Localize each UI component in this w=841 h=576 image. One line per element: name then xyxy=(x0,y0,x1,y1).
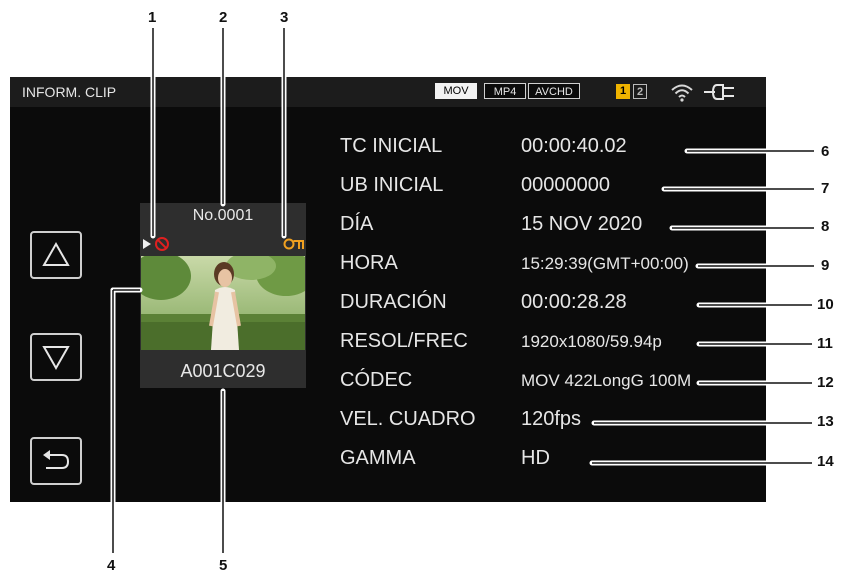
screen-title: INFORM. CLIP xyxy=(22,84,117,100)
callout-12: 12 xyxy=(817,374,834,391)
callout-9: 9 xyxy=(821,257,830,274)
callout-5: 5 xyxy=(219,557,228,574)
info-value-resolution-frequency: 1920x1080/59.94p xyxy=(521,332,662,351)
callout-3: 3 xyxy=(280,9,289,26)
clip-number: No.0001 xyxy=(192,207,254,224)
callout-6: 6 xyxy=(821,143,830,160)
wifi-icon xyxy=(671,84,693,102)
info-value-date: 15 NOV 2020 xyxy=(521,213,643,235)
callout-2: 2 xyxy=(219,9,228,26)
format-mp4-badge: MP4 xyxy=(484,83,526,99)
clip-thumbnail-panel: No.0001 A001C029 xyxy=(140,203,306,388)
info-value-codec: MOV 422LongG 100M xyxy=(521,371,692,390)
info-value-duration: 00:00:28.28 xyxy=(521,291,627,313)
scroll-up-button[interactable] xyxy=(30,231,82,279)
format-avchd-badge: AVCHD xyxy=(528,83,580,99)
callout-11: 11 xyxy=(817,335,833,352)
info-label-time: HORA xyxy=(340,252,398,274)
callout-13: 13 xyxy=(817,413,834,430)
return-button[interactable] xyxy=(30,437,82,485)
ac-power-plug-icon xyxy=(704,84,734,100)
info-label-gamma: GAMMA xyxy=(340,447,416,469)
info-value-ub-start: 00000000 xyxy=(521,174,610,196)
info-value-tc-start: 00:00:40.02 xyxy=(521,135,627,157)
info-label-resolution-frequency: RESOL/FREC xyxy=(340,330,468,352)
clip-thumbnail-image[interactable] xyxy=(141,256,305,350)
clip-name: A001C029 xyxy=(180,361,266,381)
info-value-gamma: HD xyxy=(521,447,550,469)
return-arrow-icon xyxy=(43,450,70,469)
callout-7: 7 xyxy=(821,180,830,197)
info-value-time: 15:29:39(GMT+00:00) xyxy=(521,254,689,273)
prohibited-icon xyxy=(155,237,169,251)
triangle-down-icon xyxy=(42,346,70,371)
play-icon xyxy=(143,239,151,249)
format-mov-badge: MOV xyxy=(435,83,477,99)
info-label-codec: CÓDEC xyxy=(340,369,413,391)
callout-8: 8 xyxy=(821,218,830,235)
info-label-tc-start: TC INICIAL xyxy=(340,135,443,157)
info-label-duration: DURACIÓN xyxy=(340,291,447,313)
info-label-date: DÍA xyxy=(340,213,374,235)
clip-info-screen: INFORM. CLIP MOV MP4 AVCHD 1 2 No.0001 A… xyxy=(10,77,766,502)
callout-1: 1 xyxy=(148,9,157,26)
info-value-frame-rate: 120fps xyxy=(521,408,582,430)
info-label-frame-rate: VEL. CUADRO xyxy=(340,408,476,430)
scroll-down-button[interactable] xyxy=(30,333,82,381)
info-label-ub-start: UB INICIAL xyxy=(340,174,444,196)
callout-10: 10 xyxy=(817,296,834,313)
callout-14: 14 xyxy=(817,453,834,470)
status-bar: INFORM. CLIP MOV MP4 AVCHD 1 2 xyxy=(10,77,766,107)
callout-4: 4 xyxy=(107,557,116,574)
triangle-up-icon xyxy=(42,241,70,266)
protect-key-icon xyxy=(283,238,304,250)
card-slot-2-badge: 2 xyxy=(633,84,647,99)
card-slot-1-badge: 1 xyxy=(616,84,630,99)
